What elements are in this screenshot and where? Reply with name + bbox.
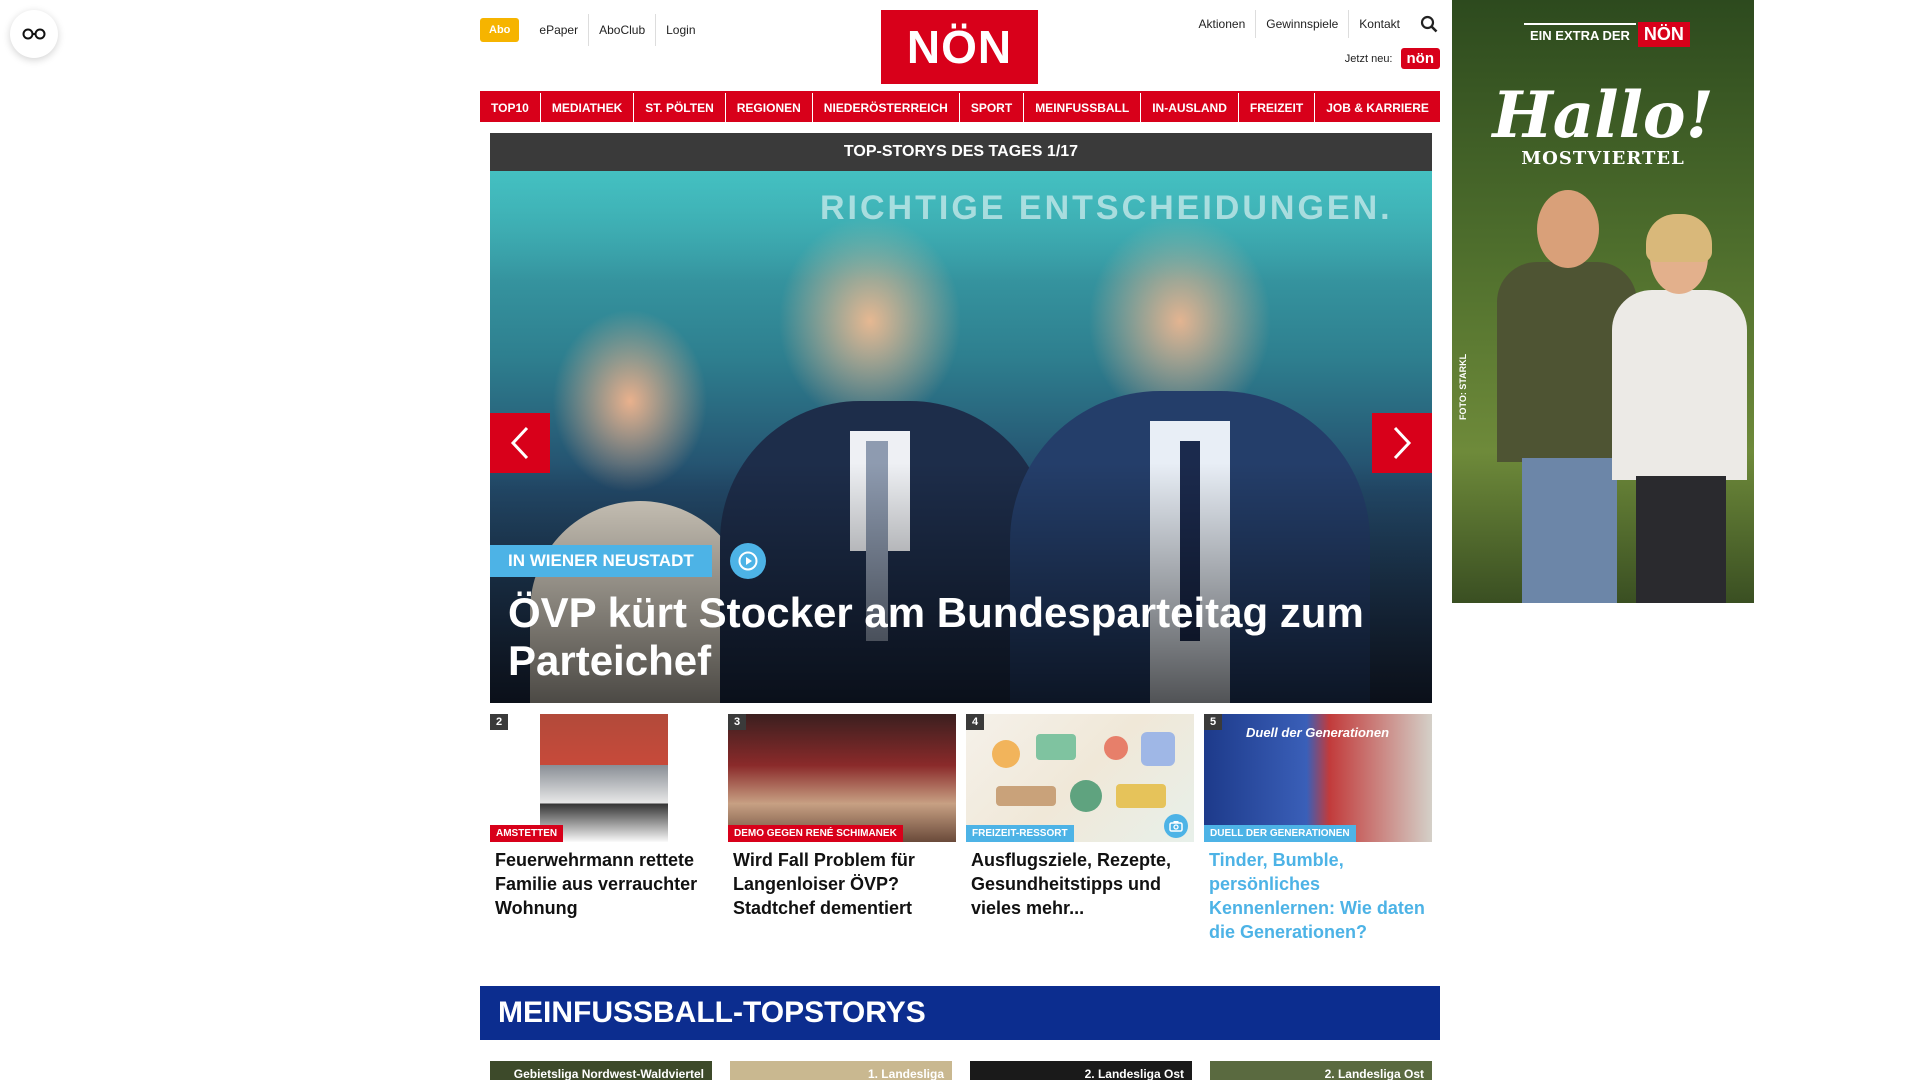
story-image-text: Duell der Generationen: [1246, 725, 1390, 740]
play-video-icon[interactable]: [729, 543, 766, 579]
story-category-tag[interactable]: AMSTETTEN: [490, 825, 564, 842]
story-image[interactable]: 3 DEMO GEGEN RENÉ SCHIMANEK: [728, 714, 956, 842]
nav-regionen[interactable]: REGIONEN: [725, 93, 812, 122]
ad-photo-credit: FOTO: STARKL: [1458, 353, 1468, 420]
hero-category-tag[interactable]: IN WIENER NEUSTADT: [490, 545, 712, 577]
kontakt-link[interactable]: Kontakt: [1348, 10, 1410, 38]
jetzt-neu-logo: nön: [1400, 48, 1440, 69]
nav-top10[interactable]: TOP10: [480, 93, 540, 122]
nav-sport[interactable]: SPORT: [959, 93, 1024, 122]
slider-prev-button[interactable]: [490, 413, 550, 473]
meinfussball-cards: Gebietsliga Nordwest-Waldviertel 1. Land…: [490, 1061, 1432, 1080]
football-card[interactable]: Gebietsliga Nordwest-Waldviertel: [490, 1061, 712, 1080]
aktionen-link[interactable]: Aktionen: [1189, 10, 1256, 38]
football-card[interactable]: 2. Landesliga Ost: [1210, 1061, 1432, 1080]
nav-job-karriere[interactable]: JOB & KARRIERE: [1315, 93, 1440, 122]
jetzt-neu[interactable]: Jetzt neu: nön: [1345, 48, 1440, 69]
story-rank: 2: [490, 714, 509, 730]
story-image[interactable]: 4 FREIZEIT-RESSORT: [966, 714, 1194, 842]
search-icon[interactable]: [1418, 13, 1440, 35]
hero-backdrop-text: RICHTIGE ENTSCHEIDUNGEN.: [820, 189, 1393, 227]
aboclub-link[interactable]: AboClub: [588, 14, 655, 46]
nav-in-ausland[interactable]: IN-AUSLAND: [1141, 93, 1238, 122]
football-card[interactable]: 1. Landesliga: [730, 1061, 952, 1080]
camera-icon: [1164, 814, 1188, 838]
top-right-links: Aktionen Gewinnspiele Kontakt: [1189, 10, 1440, 38]
story-category-tag[interactable]: DUELL DER GENERATIONEN: [1204, 825, 1356, 842]
nav-meinfussball[interactable]: MEINFUSSBALL: [1024, 93, 1141, 122]
slider-next-button[interactable]: [1372, 413, 1432, 473]
top-bar: Abo ePaper AboClub Login NÖN Aktionen Ge…: [480, 0, 1440, 85]
story-rank: 5: [1204, 714, 1223, 730]
abo-button[interactable]: Abo: [480, 18, 520, 42]
noen-logo[interactable]: NÖN: [881, 10, 1038, 84]
story-headline[interactable]: Feuerwehrmann rettete Familie aus verrau…: [490, 848, 718, 920]
top-stories-slider: TOP-STORYS DES TAGES 1/17 RICHTIGE ENTSC…: [490, 133, 1432, 703]
nav-niederoesterreich[interactable]: NIEDERÖSTERREICH: [812, 93, 959, 122]
story-headline[interactable]: Tinder, Bumble, persönliches Kennenlerne…: [1204, 848, 1432, 944]
slider-header: TOP-STORYS DES TAGES 1/17: [490, 133, 1432, 171]
nav-mediathek[interactable]: MEDIATHEK: [540, 93, 634, 122]
story-photo-fire-truck: [540, 714, 668, 842]
story-card[interactable]: 3 DEMO GEGEN RENÉ SCHIMANEK Wird Fall Pr…: [728, 714, 956, 944]
story-card[interactable]: 2 AMSTETTEN Feuerwehrmann rettete Famili…: [490, 714, 718, 944]
story-image[interactable]: 2 AMSTETTEN: [490, 714, 718, 842]
ad-headline: Hallo!: [1492, 78, 1714, 153]
story-image[interactable]: Duell der Generationen 5 DUELL DER GENER…: [1204, 714, 1432, 842]
hero-headline[interactable]: ÖVP kürt Stocker am Bundesparteitag zum …: [508, 589, 1418, 686]
sidebar-advertisement[interactable]: EIN EXTRA DER NÖN Hallo! MOSTVIERTEL FOT…: [1452, 0, 1754, 603]
gewinnspiele-link[interactable]: Gewinnspiele: [1255, 10, 1348, 38]
football-card[interactable]: 2. Landesliga Ost: [970, 1061, 1192, 1080]
story-headline[interactable]: Wird Fall Problem für Langenloiser ÖVP? …: [728, 848, 956, 920]
hero-image[interactable]: RICHTIGE ENTSCHEIDUNGEN. IN WIENER NEUST…: [490, 171, 1432, 703]
story-card[interactable]: 4 FREIZEIT-RESSORT Ausflugsziele, Rezept…: [966, 714, 1194, 944]
epaper-link[interactable]: ePaper: [529, 14, 588, 46]
reader-mode-button[interactable]: [10, 10, 58, 58]
story-rank: 3: [728, 714, 747, 730]
nav-st-poelten[interactable]: ST. PÖLTEN: [634, 93, 725, 122]
login-link[interactable]: Login: [655, 14, 705, 46]
chevron-left-icon: [510, 426, 529, 460]
meinfussball-section-title[interactable]: MEINFUSSBALL-TOPSTORYS: [480, 986, 1440, 1040]
nav-freizeit[interactable]: FREIZEIT: [1238, 93, 1315, 122]
football-card-league: Gebietsliga Nordwest-Waldviertel: [513, 1067, 704, 1080]
story-headline[interactable]: Ausflugsziele, Rezepte, Gesundheitstipps…: [966, 848, 1194, 920]
story-category-tag[interactable]: DEMO GEGEN RENÉ SCHIMANEK: [728, 825, 903, 842]
chevron-right-icon: [1393, 426, 1412, 460]
football-card-league: 2. Landesliga Ost: [1324, 1067, 1424, 1080]
football-card-league: 1. Landesliga: [867, 1067, 944, 1080]
story-category-tag[interactable]: FREIZEIT-RESSORT: [966, 825, 1074, 842]
football-card-league: 2. Landesliga Ost: [1084, 1067, 1184, 1080]
glasses-icon: [22, 28, 46, 40]
main-nav: TOP10 MEDIATHEK ST. PÖLTEN REGIONEN NIED…: [480, 91, 1440, 122]
top-left-links: Abo ePaper AboClub Login: [480, 14, 706, 46]
hero-tag-row: IN WIENER NEUSTADT: [490, 543, 766, 579]
story-cards: 2 AMSTETTEN Feuerwehrmann rettete Famili…: [490, 714, 1432, 944]
ad-subline: MOSTVIERTEL: [1521, 148, 1685, 169]
story-card[interactable]: Duell der Generationen 5 DUELL DER GENER…: [1204, 714, 1432, 944]
page-column: Abo ePaper AboClub Login NÖN Aktionen Ge…: [480, 0, 1440, 1080]
ad-brand-row: EIN EXTRA DER NÖN: [1524, 22, 1690, 47]
story-rank: 4: [966, 714, 985, 730]
ad-extra-label: EIN EXTRA DER: [1524, 23, 1636, 46]
ad-photo-woman: [1612, 214, 1752, 603]
jetzt-neu-label: Jetzt neu:: [1344, 52, 1393, 65]
illustration-graphic: [992, 732, 1175, 812]
ad-noen-logo: NÖN: [1637, 22, 1690, 47]
